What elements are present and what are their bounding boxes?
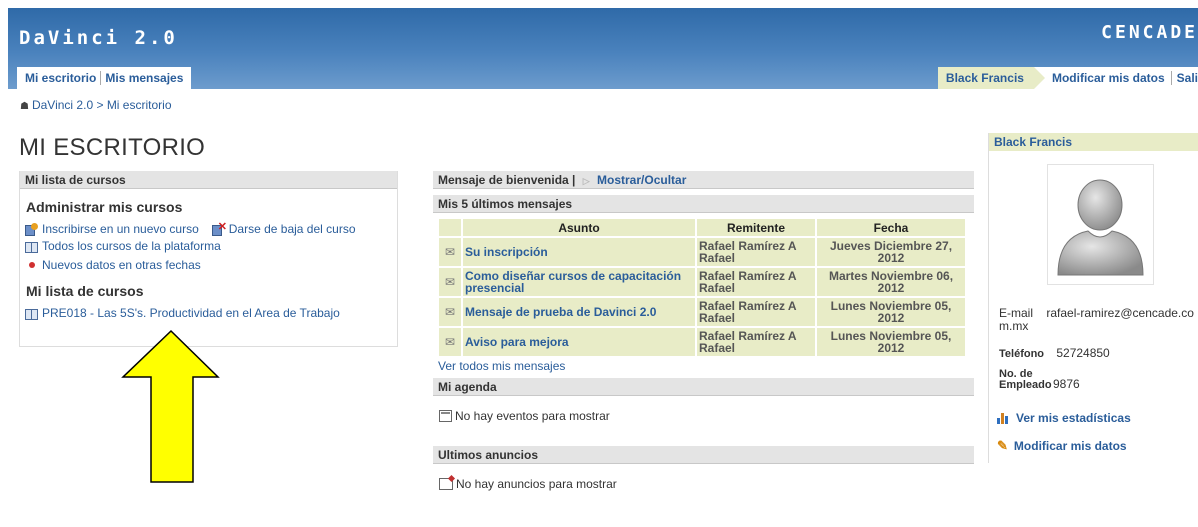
app-header: DaVinci 2.0 CENCADE Mi escritorio Mis me… (8, 8, 1198, 89)
see-all-messages-link[interactable]: Ver todos mis mensajes (438, 359, 565, 373)
employee-value: 9876 (1053, 377, 1080, 391)
no-news-text: No hay anuncios para mostrar (456, 477, 617, 491)
unenroll-icon (211, 220, 227, 236)
employee-label: No. de Empleado (999, 368, 1052, 391)
message-subject[interactable]: Como diseñar cursos de capacitación pres… (463, 268, 695, 296)
main-nav: Mi escritorio Mis mensajes (17, 67, 192, 89)
nav-salir[interactable]: Sali (1174, 71, 1198, 85)
admin-courses-heading: Administrar mis cursos (26, 199, 183, 215)
page-title: MI ESCRITORIO (19, 134, 206, 161)
yellow-arrow-annotation (121, 329, 220, 483)
new-dates-link[interactable]: Nuevos datos en otras fechas (25, 258, 201, 272)
stats-link[interactable]: Ver mis estadísticas (997, 411, 1131, 425)
app-logo[interactable]: DaVinci 2.0 (19, 27, 178, 49)
table-row[interactable]: ✉ Como diseñar cursos de capacitación pr… (439, 268, 965, 296)
calendar-icon (439, 410, 452, 422)
news-empty: No hay anuncios para mostrar (439, 477, 974, 491)
message-sender: Rafael Ramírez A Rafael (697, 328, 815, 356)
message-sender: Rafael Ramírez A Rafael (697, 238, 815, 266)
course-list-bar: Mi lista de cursos (20, 171, 397, 189)
no-events-text: No hay eventos para mostrar (455, 409, 610, 423)
profile-name-bar: Black Francis (989, 133, 1198, 151)
course-label: PRE018 - Las 5S's. Productividad en el A… (42, 306, 340, 320)
agenda-bar: Mi agenda (433, 378, 974, 396)
enroll-label: Inscribirse en un nuevo curso (42, 222, 199, 236)
message-subject[interactable]: Aviso para mejora (463, 328, 695, 356)
unenroll-label: Darse de baja del curso (228, 222, 356, 236)
all-courses-label: Todos los cursos de la plataforma (42, 239, 221, 253)
books-icon (25, 308, 39, 320)
avatar (1047, 164, 1154, 285)
message-date: Lunes Noviembre 05, 2012 (817, 298, 965, 326)
toggle-welcome-link[interactable]: Mostrar/Ocultar (597, 173, 686, 187)
breadcrumb-home[interactable]: DaVinci 2.0 > (32, 98, 104, 112)
course-link-pre018[interactable]: PRE018 - Las 5S's. Productividad en el A… (25, 306, 340, 320)
envelope-icon: ✉ (439, 268, 461, 296)
brand-name: CENCADE (1101, 22, 1198, 43)
breadcrumb-current[interactable]: Mi escritorio (107, 98, 172, 112)
message-date: Jueves Diciembre 27, 2012 (817, 238, 965, 266)
message-subject[interactable]: Mensaje de prueba de Davinci 2.0 (463, 298, 695, 326)
modify-label: Modificar mis datos (1013, 439, 1127, 453)
user-name-tab[interactable]: Black Francis (937, 67, 1046, 89)
unenroll-link[interactable]: Darse de baja del curso (211, 220, 356, 236)
message-date: Lunes Noviembre 05, 2012 (817, 328, 965, 356)
stats-label: Ver mis estadísticas (1016, 411, 1131, 425)
col-fecha: Fecha (817, 219, 965, 236)
modify-profile-link[interactable]: ✎ Modificar mis datos (997, 438, 1127, 454)
col-asunto: Asunto (463, 219, 695, 236)
message-sender: Rafael Ramírez A Rafael (697, 298, 815, 326)
news-bar: Ultimos anuncios (433, 446, 974, 464)
profile-panel: Black Francis E-mail rafael-ramirez@cenc… (988, 133, 1198, 463)
bar-chart-icon (997, 412, 1010, 424)
envelope-icon: ✉ (439, 298, 461, 326)
message-sender: Rafael Ramírez A Rafael (697, 268, 815, 296)
bullet-icon (29, 262, 35, 268)
phone-info: Teléfono 52724850 (999, 346, 1110, 360)
envelope-icon: ✉ (439, 328, 461, 356)
books-icon (25, 241, 39, 253)
nav-mi-escritorio[interactable]: Mi escritorio (21, 71, 100, 85)
col-remitente: Remitente (697, 219, 815, 236)
welcome-bar: Mensaje de bienvenida | ▷ Mostrar/Oculta… (433, 171, 974, 189)
enroll-link[interactable]: Inscribirse en un nuevo curso (25, 222, 199, 236)
envelope-icon: ✉ (439, 238, 461, 266)
phone-value: 52724850 (1056, 346, 1110, 360)
my-courses-heading: Mi lista de cursos (26, 283, 144, 299)
table-row[interactable]: ✉ Aviso para mejora Rafael Ramírez A Raf… (439, 328, 965, 356)
message-date: Martes Noviembre 06, 2012 (817, 268, 965, 296)
home-icon: ☗ (20, 101, 29, 112)
nav-mis-mensajes[interactable]: Mis mensajes (101, 71, 187, 85)
course-list-panel: Mi lista de cursos Administrar mis curso… (19, 171, 398, 347)
welcome-label: Mensaje de bienvenida | (438, 173, 576, 187)
message-subject[interactable]: Su inscripción (463, 238, 695, 266)
enroll-icon (25, 223, 39, 236)
messages-bar: Mis 5 últimos mensajes (433, 195, 974, 213)
breadcrumb: ☗ DaVinci 2.0 > Mi escritorio (20, 98, 172, 112)
agenda-empty: No hay eventos para mostrar (439, 409, 974, 423)
icon-column-header (439, 219, 461, 236)
announcement-icon (439, 478, 453, 490)
pencil-icon: ✎ (997, 438, 1008, 453)
nav-modificar-datos[interactable]: Modificar mis datos (1034, 71, 1169, 85)
phone-label: Teléfono (999, 348, 1045, 360)
table-row[interactable]: ✉ Su inscripción Rafael Ramírez A Rafael… (439, 238, 965, 266)
user-silhouette-icon (1057, 179, 1144, 276)
messages-panel: Mensaje de bienvenida | ▷ Mostrar/Oculta… (433, 171, 974, 491)
employee-info: No. de Empleado 9876 (999, 368, 1080, 392)
new-dates-label: Nuevos datos en otras fechas (42, 258, 201, 272)
toggle-icon: ▷ (582, 176, 590, 186)
table-row[interactable]: ✉ Mensaje de prueba de Davinci 2.0 Rafae… (439, 298, 965, 326)
messages-table: Asunto Remitente Fecha ✉ Su inscripción … (437, 217, 967, 358)
email-info: E-mail rafael-ramirez@cencade.com.mx (999, 307, 1195, 333)
nav-divider (1170, 71, 1172, 85)
user-nav: Black Francis Modificar mis datos Sali (937, 67, 1198, 89)
all-courses-link[interactable]: Todos los cursos de la plataforma (25, 239, 221, 253)
